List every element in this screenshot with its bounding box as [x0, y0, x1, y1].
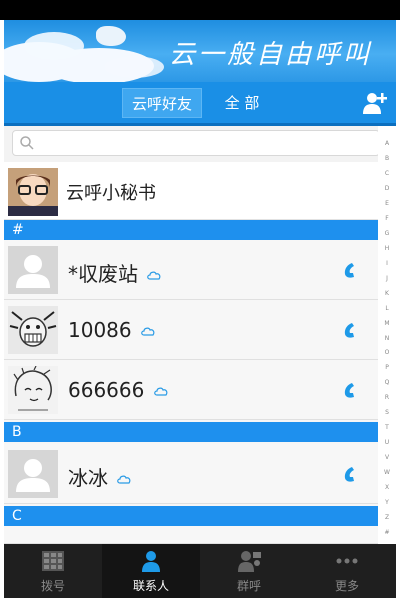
alpha-index-letter[interactable]: D — [378, 185, 396, 192]
banner-slogan: 云一般自由呼叫 — [169, 40, 373, 70]
alpha-index-letter[interactable]: Q — [378, 379, 396, 386]
cloud-icon — [147, 271, 161, 280]
default-avatar — [8, 450, 58, 498]
contact-row[interactable]: 冰冰 — [4, 444, 378, 504]
default-avatar — [8, 246, 58, 294]
contact-name-text: 10086 — [68, 318, 132, 342]
alpha-index-letter[interactable]: S — [378, 409, 396, 416]
alpha-index-letter[interactable]: X — [378, 484, 396, 491]
alpha-index-letter[interactable]: W — [378, 469, 396, 476]
group-call-icon — [238, 551, 261, 572]
alpha-index-letter[interactable]: H — [378, 245, 396, 252]
alpha-index-letter[interactable]: J — [378, 275, 396, 282]
alpha-index-letter[interactable]: N — [378, 335, 396, 342]
dialpad-icon — [42, 551, 64, 571]
contact-name: 666666 — [68, 378, 168, 402]
alpha-index-letter[interactable]: O — [378, 349, 396, 356]
status-bar — [0, 0, 400, 20]
alpha-index-letter[interactable]: V — [378, 454, 396, 461]
manga-avatar-icon — [8, 306, 58, 354]
search-bar — [4, 126, 396, 162]
banner-figure — [96, 26, 126, 46]
contact-row[interactable]: 666666 — [4, 360, 378, 420]
secretary-name: 云呼小秘书 — [66, 183, 156, 204]
alpha-index-letter[interactable]: I — [378, 260, 396, 267]
nav-label: 更多 — [334, 579, 359, 593]
alpha-index-letter[interactable]: A — [378, 140, 396, 147]
phone-icon[interactable] — [342, 320, 362, 340]
nav-more[interactable]: 更多 — [298, 544, 396, 598]
secretary-contact[interactable]: 云呼小秘书 — [4, 162, 378, 220]
alpha-index-letter[interactable]: G — [378, 230, 396, 237]
alpha-index-letter[interactable]: C — [378, 170, 396, 177]
tab-header: 云呼好友 全 部 — [4, 82, 396, 126]
alpha-index-letter[interactable]: L — [378, 305, 396, 312]
alpha-index-letter[interactable]: K — [378, 290, 396, 297]
alpha-index-letter[interactable]: R — [378, 394, 396, 401]
alpha-index-letter[interactable]: Y — [378, 499, 396, 506]
alpha-index-letter[interactable]: P — [378, 364, 396, 371]
phone-icon[interactable] — [342, 260, 362, 280]
secretary-avatar — [8, 168, 58, 216]
section-header-b: B — [4, 422, 378, 442]
cloud-icon — [117, 475, 131, 484]
search-input[interactable] — [12, 130, 380, 156]
tab-friends[interactable]: 云呼好友 — [122, 88, 202, 118]
contact-list: 云呼小秘书 # *収废站 10086 666666 B 冰冰 C — [4, 162, 378, 544]
cloud-icon — [141, 327, 155, 336]
nav-label: 拨号 — [40, 579, 65, 593]
contact-name-text: 666666 — [68, 378, 145, 402]
section-header-hash: # — [4, 220, 378, 240]
bottom-nav: 拨号 联系人 群呼 更多 — [4, 544, 396, 598]
contact-name-text: *収废站 — [68, 262, 138, 286]
alpha-index-letter[interactable]: E — [378, 200, 396, 207]
alpha-index-letter[interactable]: U — [378, 439, 396, 446]
contacts-icon — [142, 551, 160, 572]
cloud-icon — [153, 387, 168, 396]
alpha-index-letter[interactable]: F — [378, 215, 396, 222]
phone-icon[interactable] — [342, 380, 362, 400]
contact-name: 冰冰 — [68, 462, 131, 491]
contact-row[interactable]: 10086 — [4, 300, 378, 360]
girl-avatar-icon — [8, 168, 58, 216]
header-banner: 云一般自由呼叫 — [4, 20, 396, 82]
tab-all[interactable]: 全 部 — [214, 88, 270, 118]
nav-contacts[interactable]: 联系人 — [102, 544, 200, 598]
alphabet-index[interactable]: A B C D E F G H I J K L M N O P Q R S T U V W X Y Z # — [378, 126, 396, 544]
phone-icon[interactable] — [342, 464, 362, 484]
manga-avatar — [8, 306, 58, 354]
more-icon — [336, 558, 358, 564]
alpha-index-letter[interactable]: Z — [378, 514, 396, 521]
nav-label: 群呼 — [236, 579, 261, 593]
nav-group-call[interactable]: 群呼 — [200, 544, 298, 598]
contact-row[interactable]: *収废站 — [4, 240, 378, 300]
nav-label: 联系人 — [132, 579, 169, 593]
sketch-avatar — [8, 366, 58, 414]
cloud-decoration — [24, 32, 84, 60]
alpha-index-letter[interactable]: # — [378, 529, 396, 536]
section-header-c: C — [4, 506, 378, 526]
contact-row[interactable] — [4, 526, 378, 544]
person-placeholder-icon — [8, 246, 58, 294]
cloud-decoration — [104, 56, 164, 78]
contact-name: 10086 — [68, 318, 155, 342]
search-icon — [20, 136, 34, 150]
alpha-index-letter[interactable]: B — [378, 155, 396, 162]
alpha-index-letter[interactable]: M — [378, 320, 396, 327]
contact-name: *収废站 — [68, 258, 161, 287]
sketch-avatar-icon — [8, 366, 58, 414]
alpha-index-letter[interactable]: T — [378, 424, 396, 431]
person-placeholder-icon — [8, 450, 58, 498]
add-contact-icon[interactable] — [362, 90, 388, 116]
nav-dialpad[interactable]: 拨号 — [4, 544, 102, 598]
contact-name-text: 冰冰 — [68, 466, 108, 490]
